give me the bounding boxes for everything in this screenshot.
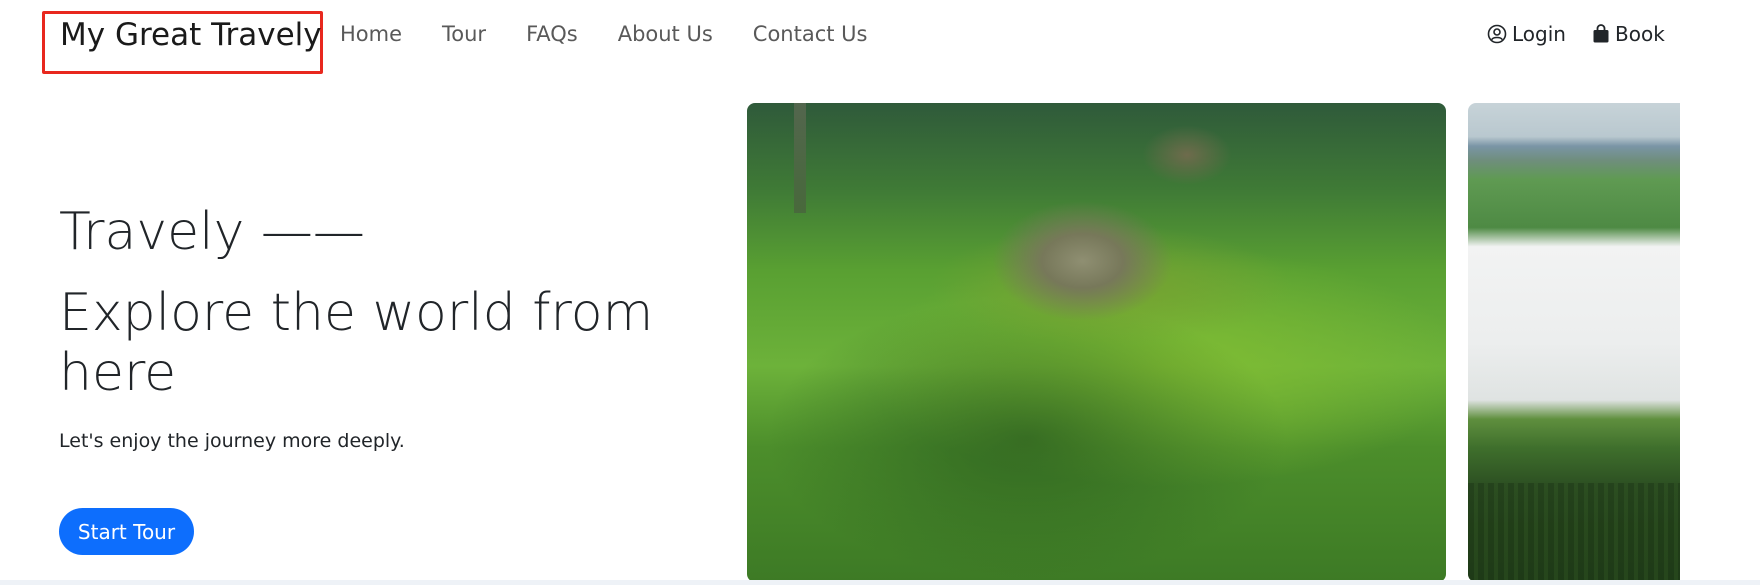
book-nav-item: Book	[1592, 20, 1665, 48]
login-nav-item: Login	[1487, 20, 1566, 48]
book-label: Book	[1615, 22, 1665, 46]
nav-link-home[interactable]: Home	[340, 20, 402, 48]
book-link[interactable]: Book	[1592, 20, 1665, 48]
start-tour-button[interactable]: Start Tour	[59, 508, 194, 555]
nav-link-faqs[interactable]: FAQs	[526, 20, 578, 48]
page: My Great Travely Home Tour FAQs About Us…	[0, 0, 1760, 585]
brand-logo-link[interactable]: My Great Travely	[42, 11, 323, 74]
hero-lead-text: Let's enjoy the journey more deeply.	[59, 430, 405, 452]
mountain-valley-photo	[1468, 103, 1680, 582]
main-nav: Home Tour FAQs About Us Contact Us	[340, 20, 907, 48]
hero-title: Travely ——	[59, 202, 365, 262]
user-circle-icon	[1487, 24, 1507, 44]
nav-link-contact[interactable]: Contact Us	[753, 20, 868, 48]
page-bottom-edge	[0, 580, 1760, 585]
login-label: Login	[1512, 22, 1566, 46]
nav-link-tour[interactable]: Tour	[442, 20, 486, 48]
shopping-bag-icon	[1592, 24, 1610, 44]
login-link[interactable]: Login	[1487, 20, 1566, 48]
hero-subtitle: Explore the world from here	[59, 283, 654, 403]
nav-link-about[interactable]: About Us	[618, 20, 713, 48]
moss-garden-photo	[747, 103, 1446, 582]
